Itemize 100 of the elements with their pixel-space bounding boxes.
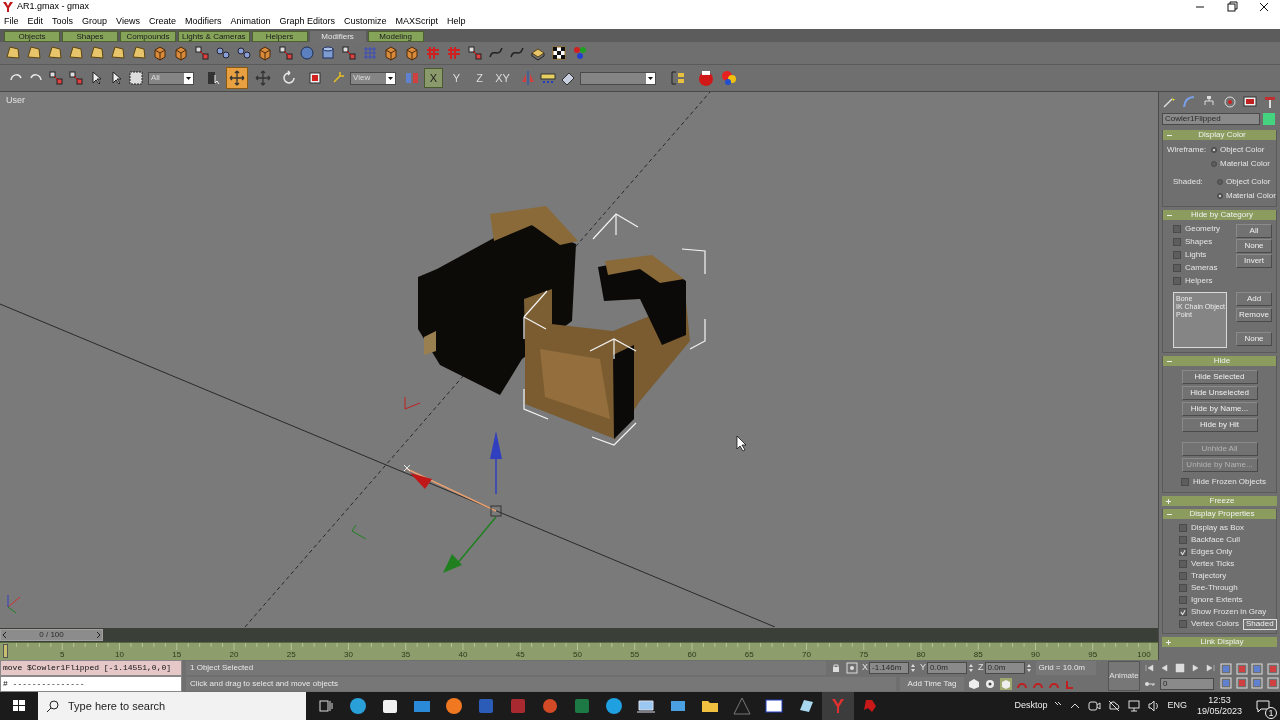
hide-button[interactable]: Hide Selected — [1181, 370, 1258, 384]
tab[interactable]: Modifiers — [309, 31, 366, 42]
spheres-icon[interactable] — [720, 69, 738, 87]
coordinate-field[interactable]: 0.0m — [927, 662, 968, 674]
minus-icon[interactable] — [1167, 511, 1172, 517]
nodes-icon[interactable] — [68, 70, 84, 86]
rollout-header[interactable]: Hide by Category — [1163, 210, 1276, 220]
notification-button[interactable]: 1 — [1252, 696, 1274, 716]
minus-icon[interactable] — [1167, 132, 1172, 138]
nodes-icon[interactable] — [341, 45, 357, 61]
object-name-field[interactable]: Cowler1Flipped — [1162, 113, 1260, 125]
radio-button[interactable] — [1217, 179, 1223, 185]
listener-output[interactable]: # --------------- — [0, 676, 182, 692]
render-icon[interactable] — [696, 68, 716, 88]
hide-button[interactable]: Hide by Name... — [1181, 402, 1258, 416]
rollout-header[interactable]: Hide — [1163, 356, 1276, 366]
eraser-icon[interactable] — [560, 70, 576, 86]
checkbox[interactable] — [1173, 251, 1181, 259]
polygon-icon[interactable] — [26, 45, 42, 61]
radio-button[interactable] — [1217, 193, 1223, 199]
sphere-icon[interactable] — [299, 45, 315, 61]
view-navigation-icon[interactable] — [1266, 663, 1279, 675]
checkbox[interactable] — [1179, 608, 1187, 616]
playback-icon[interactable] — [1189, 662, 1201, 674]
add-time-tag-button[interactable]: Add Time Tag — [900, 677, 964, 691]
hide-button[interactable]: Hide Unselected — [1181, 386, 1258, 400]
cube-icon[interactable] — [404, 45, 420, 61]
panel-button[interactable]: All — [1236, 224, 1272, 238]
database-icon[interactable] — [508, 696, 528, 716]
cube-icon[interactable] — [173, 45, 189, 61]
listener-input[interactable]: move $Cowler1Flipped [-1.14551,0,0] — [0, 660, 182, 676]
document-icon[interactable] — [476, 696, 496, 716]
checkbox[interactable] — [1179, 584, 1187, 592]
named-selection-dropdown[interactable] — [580, 71, 656, 85]
object-color-swatch[interactable] — [1263, 113, 1275, 125]
view-navigation-icon[interactable] — [1220, 663, 1232, 675]
rollout-header[interactable]: Display Properties — [1163, 509, 1276, 519]
minus-icon[interactable] — [1167, 358, 1172, 364]
select-by-name-icon[interactable] — [206, 70, 222, 86]
polygon-icon[interactable] — [5, 45, 21, 61]
panel-button[interactable]: None — [1236, 239, 1272, 253]
spreadsheet-icon[interactable] — [572, 696, 592, 716]
viewport-label[interactable]: User — [6, 94, 25, 108]
clock[interactable]: 12:53 19/05/2023 — [1192, 695, 1246, 717]
menu-item[interactable]: Create — [148, 14, 176, 29]
playback-icon[interactable] — [1144, 662, 1156, 674]
cylinder-icon[interactable] — [320, 45, 336, 61]
checkbox[interactable] — [1179, 536, 1187, 544]
globe-icon[interactable] — [444, 696, 464, 716]
bracket-icon[interactable] — [670, 70, 686, 86]
window-icon[interactable] — [764, 696, 784, 716]
nodes-icon[interactable] — [194, 45, 210, 61]
minus-icon[interactable] — [1167, 212, 1172, 218]
frame-marker[interactable] — [3, 644, 8, 658]
panel-button[interactable]: Invert — [1236, 254, 1272, 268]
polygon-icon[interactable] — [68, 45, 84, 61]
checker-icon[interactable] — [551, 45, 567, 61]
slides-icon[interactable] — [540, 696, 560, 716]
menu-item[interactable]: Graph Editors — [279, 14, 335, 29]
panel-button[interactable]: Remove — [1236, 308, 1272, 322]
view-navigation-icon[interactable] — [1235, 677, 1248, 689]
axis-constraint-button[interactable]: Z — [470, 68, 489, 88]
menu-item[interactable]: Views — [116, 14, 140, 29]
menu-item[interactable]: File — [4, 14, 19, 29]
radio-button[interactable] — [1211, 161, 1217, 167]
menu-item[interactable]: Help — [447, 14, 466, 29]
tab[interactable]: Modeling — [367, 31, 424, 42]
chevron-left-icon[interactable] — [1, 630, 9, 640]
camera-icon[interactable] — [1087, 699, 1102, 713]
polygon-icon[interactable] — [89, 45, 105, 61]
timeline-ruler[interactable]: 5 10 15 20 25 30 35 40 45 50 55 60 65 70 75 80 85 90 95 100 — [0, 642, 1158, 660]
triangle-icon[interactable] — [732, 696, 752, 716]
align-icon[interactable] — [540, 70, 556, 86]
rollout-header[interactable]: Freeze — [1162, 496, 1277, 506]
axis-constraint-button[interactable]: XY — [493, 68, 512, 88]
globe-icon[interactable] — [348, 696, 368, 716]
view-navigation-icon[interactable] — [1235, 663, 1248, 675]
checkbox[interactable] — [1179, 596, 1187, 604]
hammer-icon[interactable] — [1262, 95, 1277, 109]
plus-icon[interactable] — [1166, 498, 1171, 504]
chain-icon[interactable] — [215, 45, 231, 61]
reference-coordinate-dropdown[interactable]: View — [350, 71, 396, 85]
menu-item[interactable]: Tools — [52, 14, 74, 29]
cube-icon[interactable] — [383, 45, 399, 61]
checkbox[interactable] — [1173, 277, 1181, 285]
nodes-icon[interactable] — [278, 45, 294, 61]
view-navigation-icon[interactable] — [1251, 663, 1263, 675]
panel-button[interactable]: Add — [1236, 292, 1272, 306]
polygon-icon[interactable] — [47, 45, 63, 61]
desktop-toolbar[interactable]: Desktop — [1014, 699, 1048, 713]
wand-icon[interactable] — [1162, 95, 1176, 109]
menu-item[interactable]: MAXScript — [395, 14, 439, 29]
playback-icon[interactable] — [1174, 662, 1186, 674]
plus-icon[interactable] — [1166, 639, 1171, 645]
nodes-icon[interactable] — [467, 45, 483, 61]
rollout-header[interactable]: Link Display — [1162, 637, 1277, 647]
radio-button[interactable] — [1211, 147, 1217, 153]
chevron-right-icon[interactable] — [94, 630, 102, 640]
menu-item[interactable]: Group — [82, 14, 108, 29]
view-navigation-icon[interactable] — [1251, 677, 1263, 689]
